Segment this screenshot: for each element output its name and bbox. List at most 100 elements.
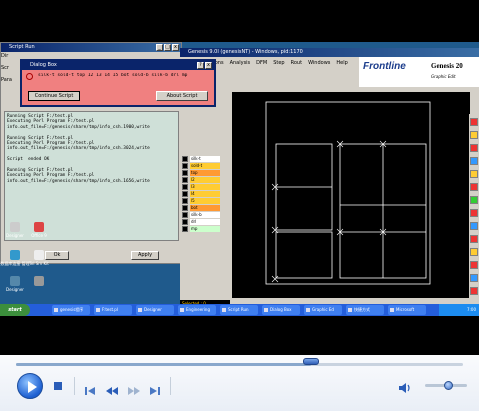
layer-name: silk-t	[190, 156, 220, 162]
tool-icon[interactable]	[470, 222, 478, 230]
rewind-button[interactable]	[105, 381, 119, 395]
tool-icon[interactable]	[470, 157, 478, 165]
layer-checkbox[interactable]	[182, 163, 188, 169]
designer2-icon	[10, 276, 20, 286]
play-icon	[28, 381, 37, 393]
layer-checkbox[interactable]	[182, 198, 188, 204]
layer-name: l2	[190, 177, 220, 183]
menu-step[interactable]: Step	[273, 60, 284, 66]
scr-label: Scr	[1, 65, 9, 71]
about-script-button[interactable]: About Script	[156, 91, 208, 101]
volume-thumb[interactable]	[444, 381, 454, 390]
menu-windows[interactable]: Windows	[308, 60, 330, 66]
seek-progress	[16, 363, 312, 366]
layer-row[interactable]: l2	[182, 177, 222, 183]
tool-icon[interactable]	[470, 170, 478, 178]
layer-name: l3	[190, 184, 220, 190]
desktop-icon-office[interactable]: Office 9	[24, 222, 54, 238]
tool-icon[interactable]	[470, 274, 478, 282]
layer-name: drl	[190, 219, 220, 225]
tool-icon[interactable]	[470, 261, 478, 269]
continue-script-button[interactable]: Continue Script	[28, 91, 80, 101]
taskbar-task[interactable]: Dialog Box	[262, 305, 300, 315]
taskbar-task[interactable]: Script Run	[220, 305, 258, 315]
brand-logo: Frontline	[363, 61, 406, 72]
taskbar-task[interactable]: Microsoft	[388, 305, 426, 315]
layer-checkbox[interactable]	[182, 212, 188, 218]
menu-help[interactable]: Help	[336, 60, 347, 66]
genesis-title: Genesis 9.0I (genesisNT) - Windows, pid:…	[188, 49, 303, 55]
menu-analysis[interactable]: Analysis	[230, 60, 251, 66]
graphic-editor-canvas[interactable]	[232, 92, 470, 298]
param-label: Para	[1, 77, 12, 83]
taskbar-task[interactable]: genesis程序	[52, 305, 90, 315]
layer-row[interactable]: bot	[182, 205, 222, 211]
menu-rout[interactable]: Rout	[291, 60, 302, 66]
layer-checkbox[interactable]	[182, 177, 188, 183]
genesis-window: Genesis 9.0I (genesisNT) - Windows, pid:…	[180, 48, 479, 308]
dialog-box: Dialog Box ? x silk-t sold-t top 12 13 1…	[20, 59, 216, 107]
layer-list: silk-t sold-t top l2 l3 l4 l5 bot silk-b drl mp	[180, 110, 222, 300]
next-button[interactable]	[149, 381, 161, 395]
desktop-icon-tool[interactable]	[24, 276, 54, 287]
product-name: Genesis 20	[431, 62, 463, 70]
layer-checkbox[interactable]	[182, 156, 188, 162]
seek-thumb[interactable]	[303, 358, 320, 365]
script-window-title: Script Run	[9, 44, 35, 50]
tool-palette	[469, 114, 479, 304]
taskbar-task[interactable]: Designer	[136, 305, 174, 315]
tool-icon[interactable]	[470, 248, 478, 256]
speaker-icon	[399, 383, 410, 393]
rewind-icon	[106, 387, 118, 395]
seek-bar[interactable]	[16, 363, 463, 366]
layer-row[interactable]: mp	[182, 226, 222, 232]
stop-button[interactable]	[53, 381, 63, 391]
previous-button[interactable]	[84, 381, 96, 395]
apply-button[interactable]: Apply	[131, 251, 159, 260]
layer-checkbox[interactable]	[182, 219, 188, 225]
layer-row[interactable]: drl	[182, 219, 222, 225]
layer-row[interactable]: silk-t	[182, 156, 222, 162]
fast-forward-button[interactable]	[127, 381, 141, 395]
taskbar-task[interactable]: Graphic Ed	[304, 305, 342, 315]
taskbar-task[interactable]: 快捷方式	[346, 305, 384, 315]
layer-row[interactable]: l3	[182, 184, 222, 190]
layer-checkbox[interactable]	[182, 226, 188, 232]
tool-icon[interactable]	[470, 196, 478, 204]
tool-icon[interactable]	[470, 118, 478, 126]
mute-button[interactable]	[398, 379, 412, 393]
layer-row[interactable]: sold-t	[182, 163, 222, 169]
frontline-brand: Frontline Genesis 20 Graphic Edit	[359, 57, 479, 87]
tool-icon[interactable]	[470, 235, 478, 243]
genesis-titlebar: Genesis 9.0I (genesisNT) - Windows, pid:…	[180, 48, 479, 57]
desktop-icon-db[interactable]: 数据库连接 管理	[0, 250, 30, 266]
taskbar-task[interactable]: Engineering	[178, 305, 216, 315]
video-area[interactable]: Script Run _ □ x Dir Scr Para Running Sc…	[0, 0, 479, 355]
dialog-close-button[interactable]: x	[205, 62, 212, 69]
dialog-help-button[interactable]: ?	[197, 62, 204, 69]
layer-checkbox[interactable]	[182, 184, 188, 190]
taskbar-task[interactable]: F:test.pl	[94, 305, 132, 315]
start-button[interactable]: start	[0, 304, 30, 316]
layer-name: top	[190, 170, 220, 176]
layer-row[interactable]: silk-b	[182, 212, 222, 218]
tool-icon[interactable]	[470, 144, 478, 152]
tool-icon[interactable]	[470, 131, 478, 139]
tool-icon[interactable]	[470, 287, 478, 295]
layer-checkbox[interactable]	[182, 170, 188, 176]
tool-icon[interactable]	[470, 209, 478, 217]
menu-dfm[interactable]: DFM	[256, 60, 267, 66]
layer-checkbox[interactable]	[182, 191, 188, 197]
layer-row[interactable]: l4	[182, 191, 222, 197]
play-button[interactable]	[17, 373, 43, 399]
maximize-button[interactable]: □	[164, 44, 171, 51]
layer-checkbox[interactable]	[182, 205, 188, 211]
layer-row[interactable]: top	[182, 170, 222, 176]
recorded-taskbar: start 7:00 genesis程序 F:test.pl Designer Eng…	[0, 304, 479, 316]
info-icon	[26, 73, 33, 80]
layer-row[interactable]: l5	[182, 198, 222, 204]
close-button[interactable]: x	[172, 44, 179, 51]
minimize-button[interactable]: _	[156, 44, 163, 51]
tool-icon[interactable]	[470, 183, 478, 191]
layer-name: silk-b	[190, 212, 220, 218]
